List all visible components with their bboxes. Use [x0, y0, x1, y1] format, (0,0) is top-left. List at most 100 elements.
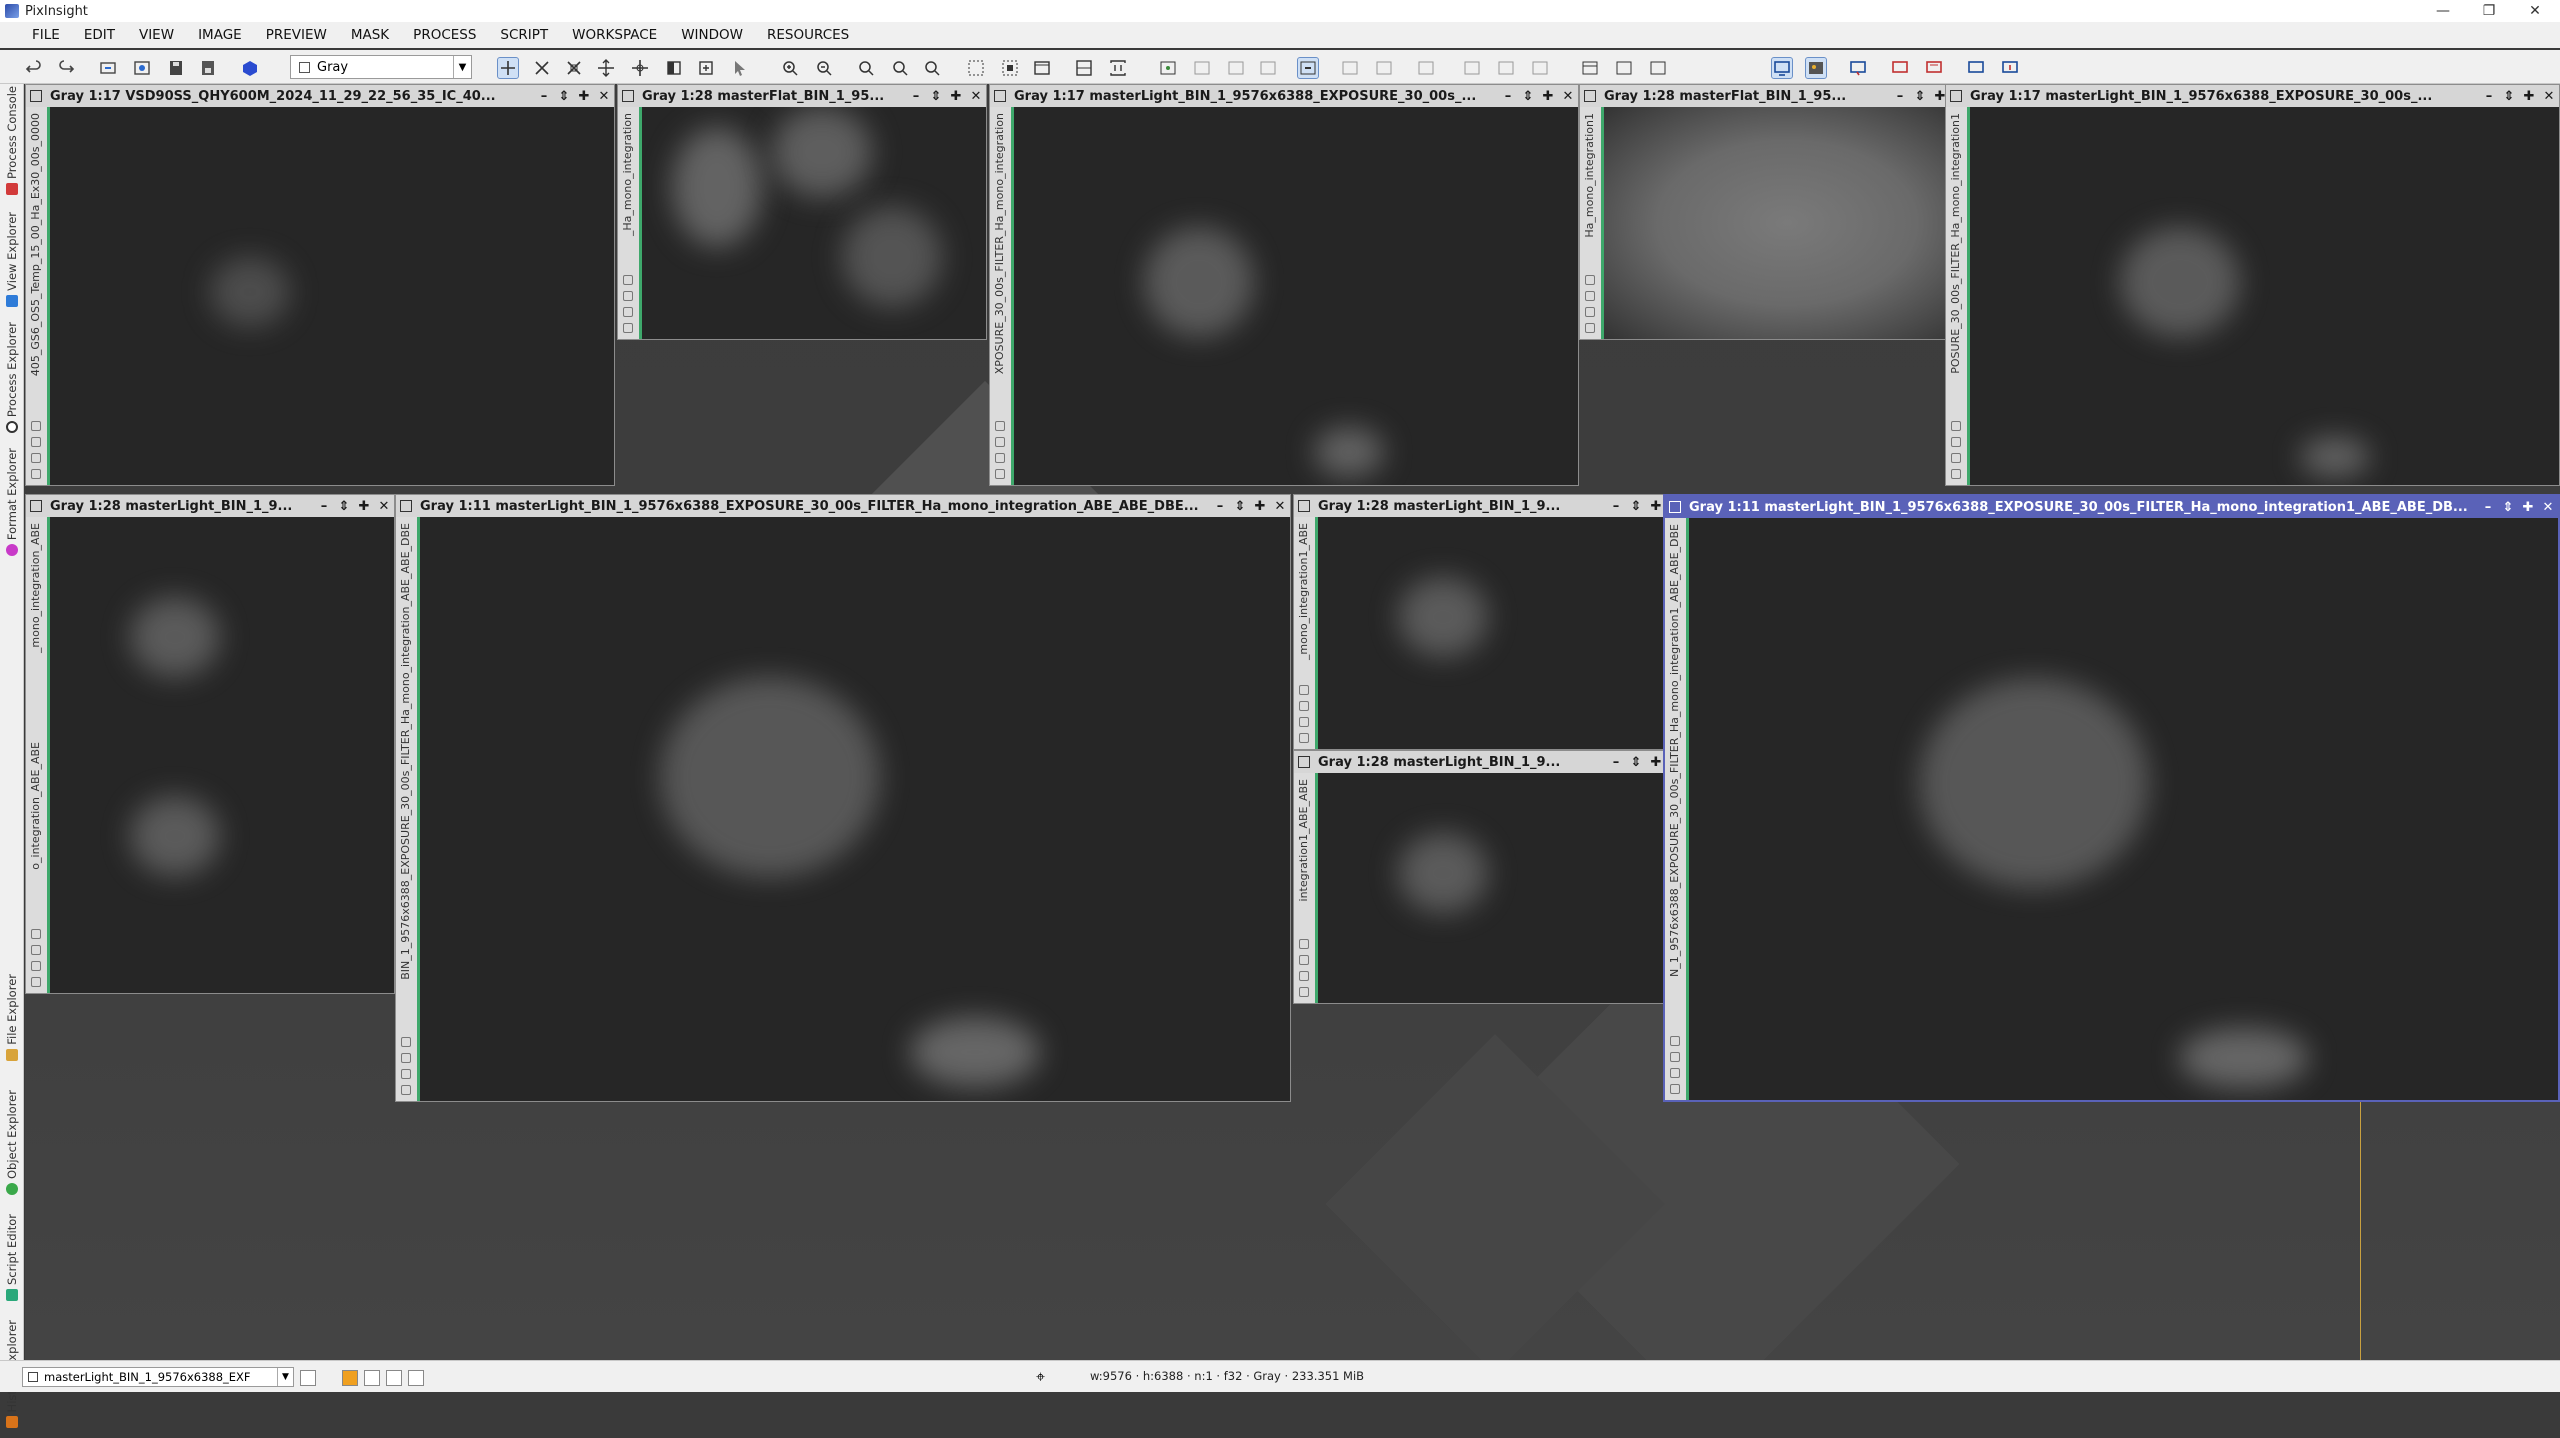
lock-icon[interactable] [995, 421, 1005, 431]
zoom-out-icon[interactable] [814, 58, 834, 78]
lock-icon[interactable] [1670, 1036, 1680, 1046]
info-icon[interactable] [1299, 733, 1309, 743]
minimize-icon[interactable]: – [534, 89, 554, 104]
info-icon[interactable] [995, 469, 1005, 479]
link-icon[interactable] [31, 437, 41, 447]
mask-icon[interactable] [401, 1069, 411, 1079]
image-canvas[interactable] [1318, 773, 1686, 1003]
zoom-fit-icon[interactable] [890, 58, 910, 78]
shade-icon[interactable]: ⇕ [1910, 89, 1930, 104]
stf-linked-icon[interactable] [1192, 58, 1212, 78]
monitor-share-icon[interactable] [2000, 58, 2020, 78]
pin-icon[interactable]: ✚ [2518, 500, 2538, 515]
link-icon[interactable] [401, 1053, 411, 1063]
pin-icon[interactable]: ✚ [2519, 89, 2539, 104]
link-icon[interactable] [623, 291, 633, 301]
zoom-1-1-icon[interactable] [856, 58, 876, 78]
image-window[interactable]: Gray 1:28 masterFlat_BIN_1_95... – ⇕ ✚ ✕ _Ha… [617, 84, 987, 340]
shade-icon[interactable]: ⇕ [2498, 500, 2518, 515]
pin-icon[interactable]: ✚ [574, 89, 594, 104]
color-swatch-white[interactable] [408, 1370, 424, 1386]
monitor-blue-icon[interactable] [1966, 58, 1986, 78]
pin-icon[interactable]: ✚ [946, 89, 966, 104]
view-options-icon[interactable] [300, 1370, 316, 1386]
lock-icon[interactable] [1299, 685, 1309, 695]
menu-window[interactable]: WINDOW [669, 22, 755, 48]
refresh-icon[interactable] [132, 58, 152, 78]
lock-icon[interactable] [1951, 421, 1961, 431]
image-window-titlebar[interactable]: Gray 1:17 masterLight_BIN_1_9576x6388_EX… [1946, 85, 2559, 107]
tab-object-explorer[interactable]: Object Explorer [2, 1090, 22, 1206]
history-icon[interactable] [1614, 58, 1634, 78]
color-swatch-white[interactable] [386, 1370, 402, 1386]
menu-file[interactable]: FILE [20, 22, 72, 48]
shade-icon[interactable]: ⇕ [1230, 499, 1250, 514]
image-window[interactable]: Gray 1:17 masterLight_BIN_1_9576x6388_EX… [989, 84, 1579, 486]
lock-icon[interactable] [1299, 939, 1309, 949]
zoom-mode-icon[interactable] [532, 58, 552, 78]
undo-icon[interactable] [24, 58, 44, 78]
menu-edit[interactable]: EDIT [72, 22, 127, 48]
menu-image[interactable]: IMAGE [186, 22, 254, 48]
shade-icon[interactable]: ⇕ [1626, 755, 1646, 770]
mask-icon[interactable] [1299, 717, 1309, 727]
shade-icon[interactable]: ⇕ [926, 89, 946, 104]
restore-button[interactable]: ❐ [2466, 0, 2512, 22]
image-window[interactable]: Gray 1:28 masterLight_BIN_1_9...–⇕✚✕ int… [1293, 750, 1687, 1004]
shade-icon[interactable]: ⇕ [2499, 89, 2519, 104]
image-canvas[interactable] [420, 517, 1290, 1101]
move-icon[interactable] [596, 58, 616, 78]
image-canvas[interactable] [642, 107, 986, 339]
close-icon[interactable]: ✕ [2538, 500, 2558, 515]
crosshair-icon[interactable]: ⌖ [1036, 1367, 1045, 1387]
explorer-icon[interactable] [1580, 58, 1600, 78]
stf-icon[interactable] [1158, 58, 1178, 78]
minimize-icon[interactable]: – [2478, 500, 2498, 515]
close-button[interactable]: ✕ [2512, 0, 2558, 22]
mask-show-icon[interactable] [1340, 58, 1360, 78]
stf-auto-icon[interactable] [1258, 58, 1278, 78]
info-icon[interactable] [1299, 987, 1309, 997]
image-window[interactable]: Gray 1:17 VSD90SS_QHY600M_2024_11_29_22_… [25, 84, 615, 486]
image-window[interactable]: Gray 1:28 masterFlat_BIN_1_95...–⇕✚✕ Ha_… [1579, 84, 1971, 340]
mask-icon[interactable] [995, 453, 1005, 463]
cascade-icon[interactable] [1108, 58, 1128, 78]
redo-icon[interactable] [56, 58, 76, 78]
gallery-icon[interactable] [1805, 57, 1827, 79]
info-icon[interactable] [1585, 323, 1595, 333]
preview-list-icon[interactable] [1462, 58, 1482, 78]
image-canvas[interactable] [1318, 517, 1686, 749]
menu-view[interactable]: VIEW [127, 22, 186, 48]
pin-icon[interactable]: ✚ [1538, 89, 1558, 104]
tab-process-explorer[interactable]: Process Explorer [2, 322, 22, 440]
minimize-icon[interactable]: – [1210, 499, 1230, 514]
image-window[interactable]: Gray 1:11 masterLight_BIN_1_9576x6388_EX… [395, 494, 1291, 1102]
save-as-icon[interactable] [198, 58, 218, 78]
stf-boost-icon[interactable] [1297, 57, 1319, 79]
link-icon[interactable] [1299, 701, 1309, 711]
monitor-red-icon[interactable] [1890, 58, 1910, 78]
image-window[interactable]: o_integration_ABE_ABE [25, 736, 395, 994]
workspace-area[interactable]: Gray 1:17 VSD90SS_QHY600M_2024_11_29_22_… [25, 84, 2560, 1360]
minimize-icon[interactable]: – [1498, 89, 1518, 104]
mask-icon[interactable] [1670, 1068, 1680, 1078]
shade-icon[interactable]: ⇕ [554, 89, 574, 104]
image-window-titlebar[interactable]: Gray 1:28 masterFlat_BIN_1_95...–⇕✚✕ [1580, 85, 1970, 107]
stf-reset-icon[interactable] [1226, 58, 1246, 78]
lock-icon[interactable] [1585, 275, 1595, 285]
tab-file-explorer[interactable]: File Explorer [2, 974, 22, 1078]
menu-preview[interactable]: PREVIEW [254, 22, 339, 48]
image-window-titlebar[interactable]: Gray 1:28 masterLight_BIN_1_9...–⇕✚✕ [1294, 495, 1686, 517]
fit-view-icon[interactable] [966, 58, 986, 78]
mask-icon[interactable] [623, 307, 633, 317]
info-icon[interactable] [1670, 1084, 1680, 1094]
info-icon[interactable] [401, 1085, 411, 1095]
close-icon[interactable]: ✕ [966, 89, 986, 104]
save-icon[interactable] [166, 58, 186, 78]
mask-icon[interactable] [1299, 971, 1309, 981]
shade-icon[interactable]: ⇕ [1626, 499, 1646, 514]
info-icon[interactable] [623, 323, 633, 333]
view-select[interactable]: masterLight_BIN_1_9576x6388_EXF ▼ [22, 1367, 294, 1387]
minimize-icon[interactable]: – [906, 89, 926, 104]
image-window[interactable]: Gray 1:17 masterLight_BIN_1_9576x6388_EX… [1945, 84, 2560, 486]
